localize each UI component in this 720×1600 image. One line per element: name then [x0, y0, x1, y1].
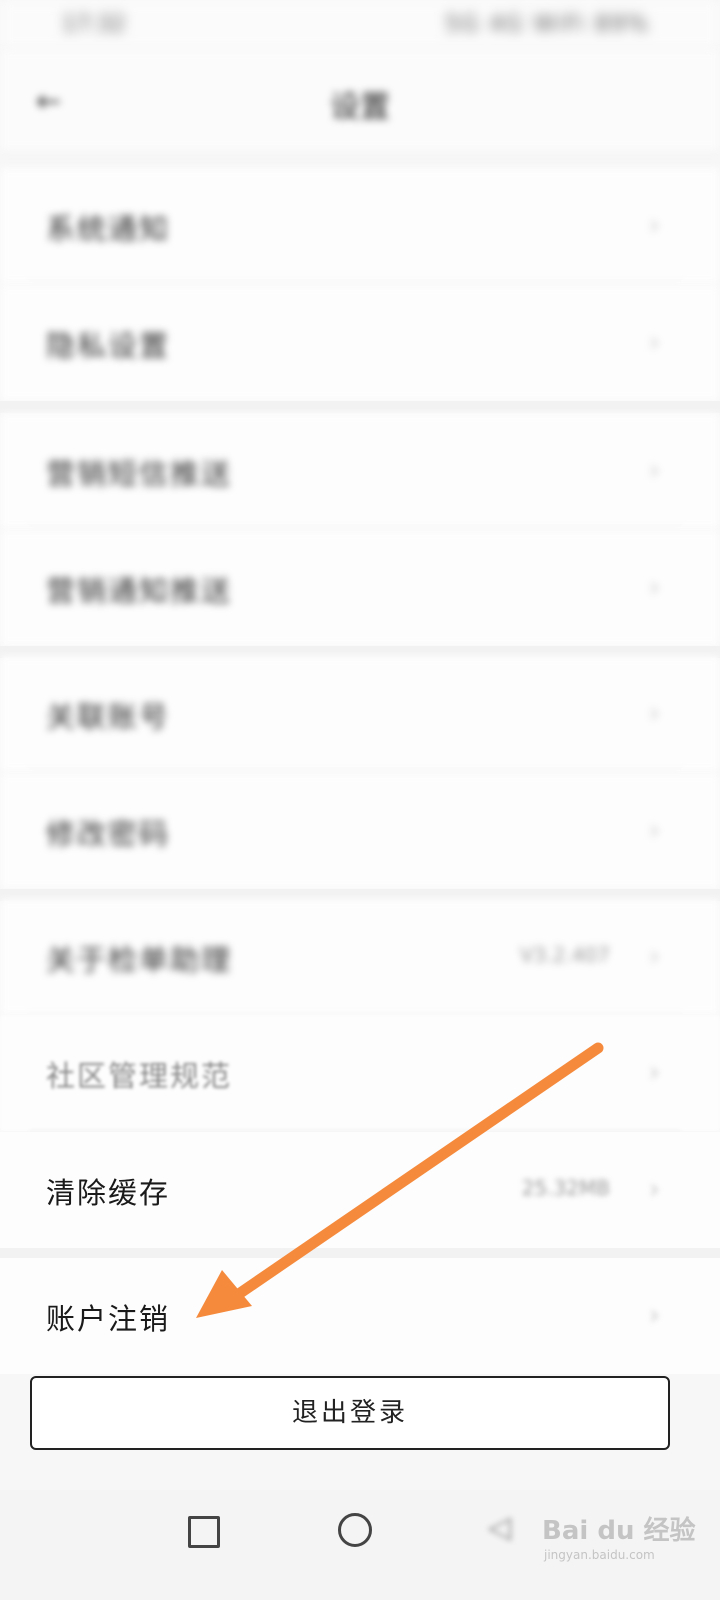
group-separator — [0, 401, 720, 413]
status-indicators: 5G 4G WiFi 89% — [445, 12, 650, 37]
settings-row-change-password[interactable]: 修改密码 › — [0, 773, 720, 889]
chevron-right-icon: › — [648, 813, 660, 846]
watermark: Bai du 经验 jingyan.baidu.com — [540, 1490, 700, 1570]
settings-row-system-notification[interactable]: 系统通知 › — [0, 168, 720, 284]
row-value: V3.2.407 — [519, 943, 610, 967]
chevron-right-icon: › — [648, 570, 660, 603]
settings-row-clear-cache[interactable]: 清除缓存 25.32MB › — [0, 1132, 720, 1248]
chevron-right-icon: › — [648, 696, 660, 729]
chevron-right-icon: › — [648, 1172, 660, 1205]
chevron-right-icon: › — [648, 1298, 660, 1331]
app-header: ← 设置 — [0, 50, 720, 150]
row-label: 修改密码 — [46, 817, 171, 851]
settings-row-community-rules[interactable]: 社区管理规范 › — [0, 1015, 720, 1131]
chevron-right-icon: › — [648, 325, 660, 358]
row-label: 关联账号 — [46, 700, 171, 734]
watermark-text: Bai du 经验 — [542, 1516, 696, 1546]
watermark-sub: jingyan.baidu.com — [544, 1548, 655, 1562]
settings-row-account-deletion[interactable]: 账户注销 › — [0, 1258, 720, 1374]
settings-row-linked-accounts[interactable]: 关联账号 › — [0, 656, 720, 772]
divider — [30, 771, 680, 772]
logout-button[interactable]: 退出登录 — [30, 1376, 670, 1450]
status-time: 17:32 — [62, 12, 126, 37]
back-triangle-icon[interactable]: ◁ — [488, 1510, 520, 1545]
row-value: 25.32MB — [521, 1176, 610, 1200]
settings-row-marketing-push[interactable]: 营销通知推送 › — [0, 530, 720, 646]
row-label: 关于检单助理 — [46, 943, 233, 977]
divider — [30, 283, 680, 284]
row-label: 营销通知推送 — [46, 574, 233, 608]
row-label: 系统通知 — [46, 212, 171, 246]
row-label: 清除缓存 — [46, 1176, 171, 1210]
chevron-right-icon: › — [648, 939, 660, 972]
settings-row-about[interactable]: 关于检单助理 V3.2.407 › — [0, 899, 720, 1015]
row-label: 账户注销 — [46, 1302, 171, 1336]
row-label: 隐私设置 — [46, 329, 171, 363]
chevron-right-icon: › — [648, 208, 660, 241]
home-icon[interactable] — [338, 1513, 372, 1547]
chevron-right-icon: › — [648, 1055, 660, 1088]
settings-row-marketing-sms[interactable]: 营销短信推送 › — [0, 413, 720, 529]
chevron-right-icon: › — [648, 453, 660, 486]
divider — [30, 1130, 680, 1131]
page-title: 设置 — [330, 90, 390, 125]
status-bar: 17:32 5G 4G WiFi 89% — [0, 0, 720, 50]
row-label: 营销短信推送 — [46, 457, 233, 491]
settings-row-privacy[interactable]: 隐私设置 › — [0, 285, 720, 401]
row-label: 社区管理规范 — [46, 1059, 233, 1093]
recent-apps-icon[interactable] — [188, 1516, 220, 1548]
divider — [30, 528, 680, 529]
